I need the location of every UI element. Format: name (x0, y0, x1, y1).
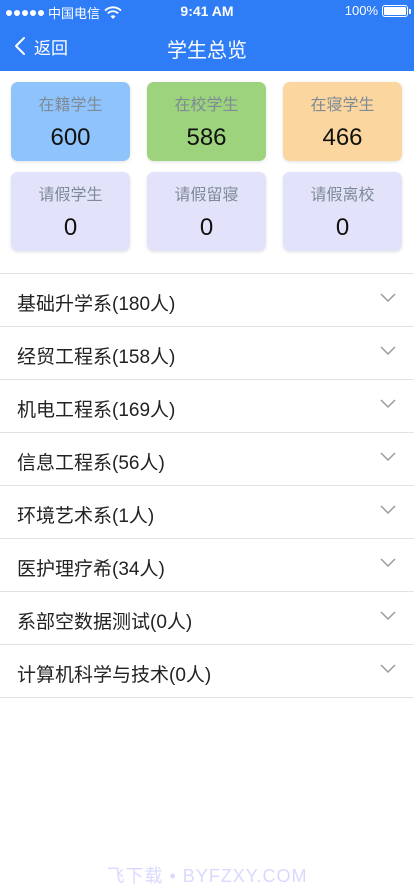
department-list: 基础升学系(180人) 经贸工程系(158人) 机电工程系(169人) 信息工程系(5… (0, 273, 414, 698)
stat-card[interactable]: 在寝学生 466 (283, 82, 402, 161)
header: 中国电信 9:41 AM 100% 返回 学生总览 (0, 0, 414, 71)
stat-card[interactable]: 在籍学生 600 (11, 82, 130, 161)
department-name: 医护理疗希(34人) (17, 559, 165, 580)
department-name: 经贸工程系(158人) (17, 347, 176, 368)
department-row[interactable]: 机电工程系(169人) (0, 380, 414, 433)
department-row[interactable]: 经贸工程系(158人) (0, 327, 414, 380)
stat-value: 0 (199, 214, 214, 241)
back-button[interactable]: 返回 (14, 33, 68, 59)
stat-value: 586 (186, 124, 227, 151)
chevron-down-icon (380, 558, 396, 568)
stat-label: 请假学生 (38, 187, 103, 204)
stat-label: 在校学生 (174, 97, 239, 114)
chevron-down-icon (380, 293, 396, 303)
department-row[interactable]: 计算机科学与技术(0人) (0, 645, 414, 698)
department-name: 信息工程系(56人) (17, 453, 165, 474)
stat-label: 在寝学生 (310, 97, 375, 114)
stat-value: 0 (335, 214, 350, 241)
battery-icon (382, 4, 411, 17)
chevron-down-icon (380, 346, 396, 356)
stat-label: 在籍学生 (38, 97, 103, 114)
department-row[interactable]: 环境艺术系(1人) (0, 486, 414, 539)
department-row[interactable]: 基础升学系(180人) (0, 274, 414, 327)
department-row[interactable]: 信息工程系(56人) (0, 433, 414, 486)
status-bar: 中国电信 9:41 AM 100% (0, 0, 414, 22)
nav-bar: 返回 学生总览 (0, 22, 414, 71)
stats-grid: 在籍学生 600 在校学生 586 在寝学生 466 请假学生 0 请假留寝 0 请假离校 0 (11, 82, 403, 251)
chevron-down-icon (380, 452, 396, 462)
department-row[interactable]: 医护理疗希(34人) (0, 539, 414, 592)
battery-percent: 100% (344, 3, 378, 18)
stat-card[interactable]: 请假离校 0 (283, 172, 402, 251)
department-name: 计算机科学与技术(0人) (17, 665, 212, 686)
stat-value: 0 (63, 214, 78, 241)
chevron-down-icon (380, 399, 396, 409)
department-name: 系部空数据测试(0人) (17, 612, 193, 633)
chevron-down-icon (380, 611, 396, 621)
department-name: 基础升学系(180人) (17, 294, 176, 315)
watermark: 飞下载 • BYFZXY.COM (106, 866, 308, 886)
chevron-down-icon (380, 664, 396, 674)
status-right: 100% (344, 3, 411, 18)
chevron-down-icon (380, 505, 396, 515)
department-name: 环境艺术系(1人) (17, 506, 155, 527)
back-label: 返回 (34, 38, 68, 58)
department-row[interactable]: 系部空数据测试(0人) (0, 592, 414, 645)
stat-card[interactable]: 在校学生 586 (147, 82, 266, 161)
stat-label: 请假离校 (310, 187, 375, 204)
stat-card[interactable]: 请假学生 0 (11, 172, 130, 251)
chevron-left-icon (15, 37, 25, 55)
department-name: 机电工程系(169人) (17, 400, 176, 421)
stat-card[interactable]: 请假留寝 0 (147, 172, 266, 251)
stat-value: 600 (50, 124, 91, 151)
stat-label: 请假留寝 (174, 187, 239, 204)
stat-value: 466 (322, 124, 363, 151)
